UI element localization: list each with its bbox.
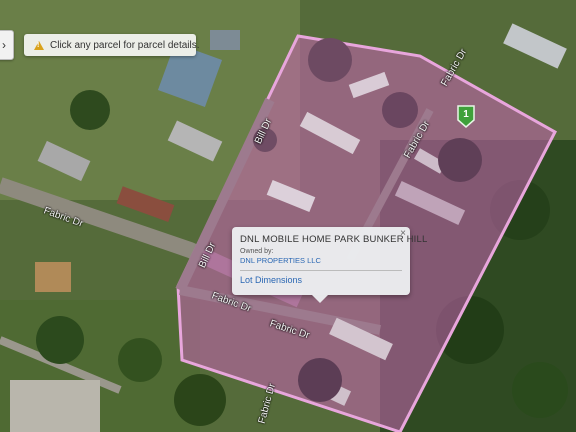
hint-text: Click any parcel for parcel details. bbox=[50, 39, 200, 51]
satellite-map[interactable]: Fabric Dr Bill Dr Fabric Dr Fabric Dr Bi… bbox=[0, 0, 576, 432]
lot-dimensions-link[interactable]: Lot Dimensions bbox=[240, 275, 402, 285]
aerial-imagery bbox=[0, 0, 576, 432]
location-marker[interactable]: 1 bbox=[456, 104, 476, 128]
close-icon[interactable]: × bbox=[400, 228, 406, 239]
map-pin-icon: 1 bbox=[457, 105, 475, 128]
chevron-right-icon: › bbox=[2, 38, 6, 52]
warning-icon bbox=[34, 40, 44, 50]
map-tool-button[interactable]: › bbox=[0, 30, 14, 60]
owner-link[interactable]: DNL PROPERTIES LLC bbox=[240, 256, 402, 271]
hint-banner: Click any parcel for parcel details. bbox=[24, 34, 200, 56]
marker-label: 1 bbox=[463, 109, 469, 120]
parcel-title: DNL MOBILE HOME PARK BUNKER HILL bbox=[240, 234, 428, 245]
parcel-popup: × DNL MOBILE HOME PARK BUNKER HILL Owned… bbox=[232, 227, 428, 303]
owner-label: Owned by: bbox=[240, 248, 274, 255]
